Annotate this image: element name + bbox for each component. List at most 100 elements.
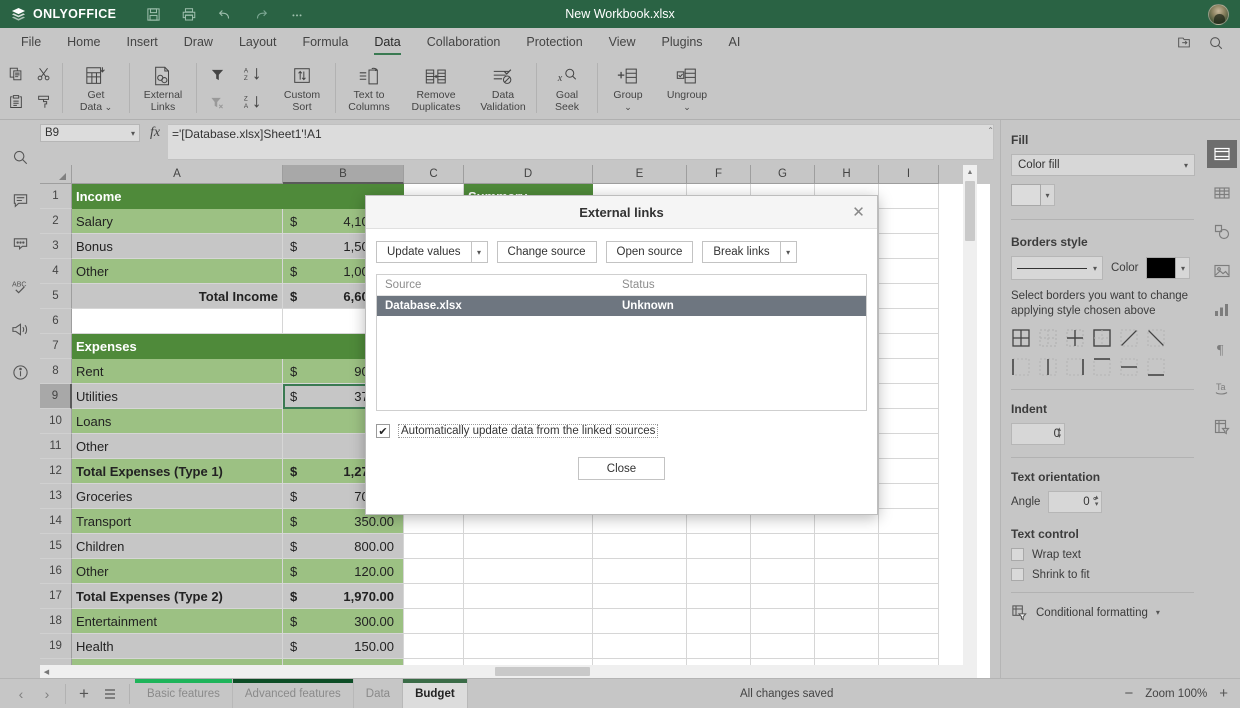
- close-icon[interactable]: ✕: [850, 204, 867, 221]
- chat-icon[interactable]: [5, 230, 35, 256]
- cell-A2[interactable]: Salary: [72, 209, 283, 234]
- menu-item-ai[interactable]: AI: [716, 28, 754, 57]
- angle-stepper[interactable]: 0 ° ▴▾: [1048, 491, 1102, 513]
- feedback-icon[interactable]: [5, 316, 35, 342]
- chevron-right-icon[interactable]: ›: [34, 679, 60, 708]
- column-header-i[interactable]: I: [879, 165, 939, 184]
- chevron-left-icon[interactable]: ‹: [8, 679, 34, 708]
- print-icon[interactable]: [171, 0, 207, 28]
- open-source-button[interactable]: Open source: [606, 241, 694, 263]
- vertical-scroll-thumb[interactable]: [965, 181, 975, 241]
- conditional-formatting-row[interactable]: Conditional formatting ▾: [1011, 604, 1194, 621]
- shape-settings-icon[interactable]: [1207, 218, 1237, 246]
- bottom-border-icon[interactable]: [1146, 357, 1166, 377]
- cell-G16[interactable]: [751, 559, 815, 584]
- cell-B18[interactable]: $300.00: [283, 609, 404, 634]
- outer-borders-icon[interactable]: [1092, 328, 1112, 348]
- external-links-button[interactable]: External Links: [132, 57, 194, 119]
- cell-G18[interactable]: [751, 609, 815, 634]
- menu-item-home[interactable]: Home: [54, 28, 113, 57]
- row-header-12[interactable]: 12: [40, 459, 72, 484]
- spellcheck-icon[interactable]: ABC: [5, 273, 35, 299]
- cell-I7[interactable]: [879, 334, 939, 359]
- row-header-14[interactable]: 14: [40, 509, 72, 534]
- custom-sort-button[interactable]: Custom Sort: [271, 57, 333, 119]
- cell-A7[interactable]: Expenses: [72, 334, 283, 359]
- stepper-arrows-icon[interactable]: ▴▾: [1095, 494, 1099, 508]
- row-header-2[interactable]: 2: [40, 209, 72, 234]
- name-box[interactable]: B9 ▾: [40, 124, 140, 142]
- zoom-out-icon[interactable]: −: [1124, 685, 1133, 702]
- column-header-e[interactable]: E: [593, 165, 687, 184]
- sheet-tab-budget[interactable]: Budget: [403, 679, 468, 708]
- sheet-tab-basic-features[interactable]: Basic features: [135, 679, 233, 708]
- cell-E19[interactable]: [593, 634, 687, 659]
- cell-C19[interactable]: [404, 634, 464, 659]
- formula-input[interactable]: ='[Database.xlsx]Sheet1'!A1: [168, 124, 994, 160]
- cell-I17[interactable]: [879, 584, 939, 609]
- cell-E18[interactable]: [593, 609, 687, 634]
- cell-E16[interactable]: [593, 559, 687, 584]
- change-source-button[interactable]: Change source: [497, 241, 597, 263]
- cell-I11[interactable]: [879, 434, 939, 459]
- column-header-h[interactable]: H: [815, 165, 879, 184]
- inner-borders-icon[interactable]: [1065, 328, 1085, 348]
- cell-I13[interactable]: [879, 484, 939, 509]
- row-header-9[interactable]: 9: [40, 384, 72, 409]
- chevron-down-icon[interactable]: ▾: [471, 241, 488, 263]
- cell-settings-icon[interactable]: [1207, 140, 1237, 168]
- remove-duplicates-button[interactable]: Remove Duplicates: [400, 57, 472, 119]
- auto-update-checkbox[interactable]: ✔: [376, 424, 390, 438]
- shrink-to-fit-checkbox[interactable]: [1011, 568, 1024, 581]
- cell-D16[interactable]: [464, 559, 593, 584]
- insert-function-icon[interactable]: fx: [146, 124, 164, 142]
- top-border-icon[interactable]: [1092, 357, 1112, 377]
- column-header-c[interactable]: C: [404, 165, 464, 184]
- cell-F17[interactable]: [687, 584, 751, 609]
- text-art-settings-icon[interactable]: Ta: [1207, 374, 1237, 402]
- cell-H18[interactable]: [815, 609, 879, 634]
- cell-B19[interactable]: $150.00: [283, 634, 404, 659]
- cell-I9[interactable]: [879, 384, 939, 409]
- save-icon[interactable]: [135, 0, 171, 28]
- menu-item-draw[interactable]: Draw: [171, 28, 226, 57]
- about-icon[interactable]: [5, 359, 35, 385]
- update-values-button[interactable]: Update values: [376, 241, 471, 263]
- cell-D17[interactable]: [464, 584, 593, 609]
- avatar[interactable]: [1208, 4, 1229, 25]
- copy-icon[interactable]: [3, 61, 29, 87]
- column-header-f[interactable]: F: [687, 165, 751, 184]
- pivot-table-icon[interactable]: [1207, 413, 1237, 441]
- border-style-select[interactable]: ▾: [1011, 256, 1103, 280]
- cell-E17[interactable]: [593, 584, 687, 609]
- stepper-arrows-icon[interactable]: ▴▾: [1057, 426, 1061, 440]
- cell-G15[interactable]: [751, 534, 815, 559]
- cell-A1[interactable]: Income: [72, 184, 283, 209]
- cell-A17[interactable]: Total Expenses (Type 2): [72, 584, 283, 609]
- open-file-location-icon[interactable]: [1170, 28, 1198, 57]
- cell-H16[interactable]: [815, 559, 879, 584]
- goal-seek-button[interactable]: x Goal Seek: [539, 57, 595, 119]
- cell-B16[interactable]: $120.00: [283, 559, 404, 584]
- chevron-down-icon[interactable]: ▾: [780, 241, 797, 263]
- cell-A19[interactable]: Health: [72, 634, 283, 659]
- chevron-down-icon[interactable]: ▾: [1156, 608, 1160, 617]
- menu-item-insert[interactable]: Insert: [114, 28, 171, 57]
- chevron-down-icon[interactable]: ▾: [1041, 184, 1055, 206]
- cell-I8[interactable]: [879, 359, 939, 384]
- cell-E15[interactable]: [593, 534, 687, 559]
- menu-item-layout[interactable]: Layout: [226, 28, 290, 57]
- filter-icon[interactable]: [203, 62, 231, 86]
- table-row[interactable]: Database.xlsx Unknown: [377, 296, 866, 316]
- column-header-d[interactable]: D: [464, 165, 593, 184]
- shrink-to-fit-row[interactable]: Shrink to fit: [1011, 568, 1194, 581]
- paragraph-settings-icon[interactable]: ¶: [1207, 335, 1237, 363]
- cell-C17[interactable]: [404, 584, 464, 609]
- fill-color-picker[interactable]: ▾: [1011, 184, 1055, 206]
- no-borders-icon[interactable]: [1038, 328, 1058, 348]
- row-header-17[interactable]: 17: [40, 584, 72, 609]
- cell-A11[interactable]: Other: [72, 434, 283, 459]
- cell-I15[interactable]: [879, 534, 939, 559]
- cell-A9[interactable]: Utilities: [72, 384, 283, 409]
- cell-I10[interactable]: [879, 409, 939, 434]
